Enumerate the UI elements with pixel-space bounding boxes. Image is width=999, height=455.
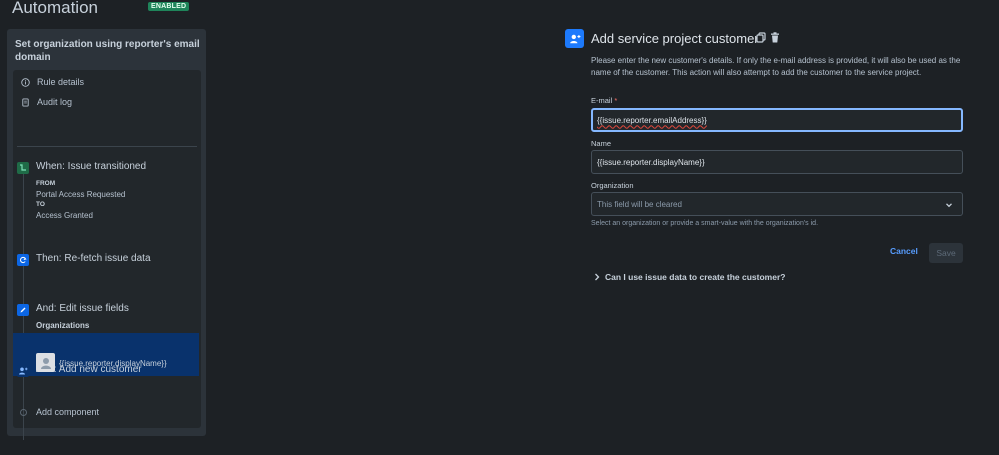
customer-icon	[17, 365, 29, 377]
refetch-title: Then: Re-fetch issue data	[36, 253, 151, 264]
organization-label: Organization	[591, 181, 634, 190]
rule-name: Set organization using reporter's email …	[15, 39, 200, 63]
customer-icon	[565, 29, 584, 48]
rule-sidebar: Set organization using reporter's email …	[7, 29, 206, 440]
panel-description: Please enter the new customer's details.…	[591, 56, 961, 77]
name-label: Name	[591, 139, 612, 148]
audit-log-label: Audit log	[37, 97, 73, 107]
save-button[interactable]: Save	[929, 243, 963, 263]
transition-icon	[17, 162, 29, 174]
edit-fields-title: And: Edit issue fields	[36, 303, 129, 314]
email-field-value: {{issue.reporter.emailAddress}}	[597, 115, 707, 125]
trigger-title: When: Issue transitioned	[36, 161, 147, 172]
chevron-right-icon	[595, 273, 600, 281]
audit-log-link[interactable]: Audit log	[21, 97, 72, 107]
rule-steps-panel: Rule details Audit log When: Issue trans…	[13, 70, 201, 440]
name-field-value: {{issue.reporter.displayName}}	[597, 157, 705, 167]
name-field[interactable]: {{issue.reporter.displayName}}	[591, 150, 963, 174]
title-actions	[756, 32, 780, 43]
document-icon	[22, 97, 29, 107]
panel-title: Add service project customer	[591, 31, 759, 46]
edit-fields-detail: Organizations	[36, 321, 90, 330]
email-label: E-mail *	[591, 96, 617, 105]
organization-placeholder: This field will be cleared	[597, 199, 682, 209]
cancel-button[interactable]: Cancel	[890, 246, 918, 256]
to-value: Access Granted	[36, 210, 93, 220]
organization-select[interactable]: This field will be cleared	[591, 192, 963, 216]
divider	[17, 146, 197, 147]
add-customer-detail: {{issue.reporter.displayName}}	[59, 359, 167, 368]
copy-icon[interactable]	[756, 32, 766, 43]
chevron-down-icon	[946, 203, 952, 208]
trigger-details: FROM Portal Access Requested TO Access G…	[36, 179, 125, 221]
faq-expander[interactable]: Can I use issue data to create the custo…	[594, 272, 785, 282]
pencil-icon	[17, 304, 29, 316]
page-title: Automation	[12, 0, 98, 17]
add-component-button[interactable]: Add component	[36, 407, 99, 417]
rule-details-link[interactable]: Rule details	[21, 77, 84, 87]
required-mark: *	[614, 96, 618, 105]
info-icon	[21, 77, 30, 87]
email-field[interactable]: {{issue.reporter.emailAddress}}	[591, 108, 963, 132]
refresh-icon	[17, 254, 29, 266]
status-badge: ENABLED	[148, 2, 190, 11]
from-label: FROM	[36, 180, 56, 187]
organization-helper: Select an organization or provide a smar…	[591, 220, 819, 227]
email-label-text: E-mail	[591, 96, 613, 105]
rule-details-label: Rule details	[37, 77, 85, 87]
avatar	[36, 353, 55, 372]
faq-label: Can I use issue data to create the custo…	[605, 272, 786, 282]
from-value: Portal Access Requested	[36, 189, 126, 199]
trash-icon[interactable]	[770, 32, 780, 43]
to-label: TO	[36, 201, 45, 208]
add-component-dot-icon	[20, 409, 27, 416]
